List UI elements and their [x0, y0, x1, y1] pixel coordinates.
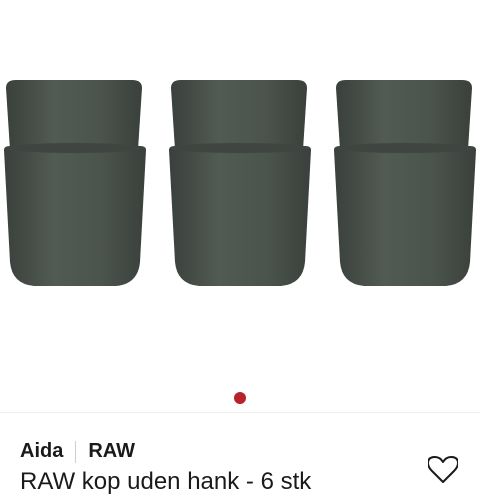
- series-link[interactable]: RAW: [88, 440, 135, 463]
- product-title: RAW kop uden hank - 6 stk: [20, 468, 312, 495]
- product-image-cup-stack-2: [165, 80, 315, 290]
- meta-separator: [75, 440, 77, 463]
- brand-link[interactable]: Aida: [20, 440, 63, 463]
- product-image-cup-stack-1: [0, 80, 150, 290]
- gallery-dot-active[interactable]: [234, 392, 246, 404]
- product-image-gallery[interactable]: [0, 0, 480, 412]
- divider: [0, 412, 480, 413]
- product-image-cup-stack-3: [330, 80, 480, 290]
- gallery-pagination: [0, 388, 480, 408]
- product-meta: Aida RAW: [20, 440, 135, 463]
